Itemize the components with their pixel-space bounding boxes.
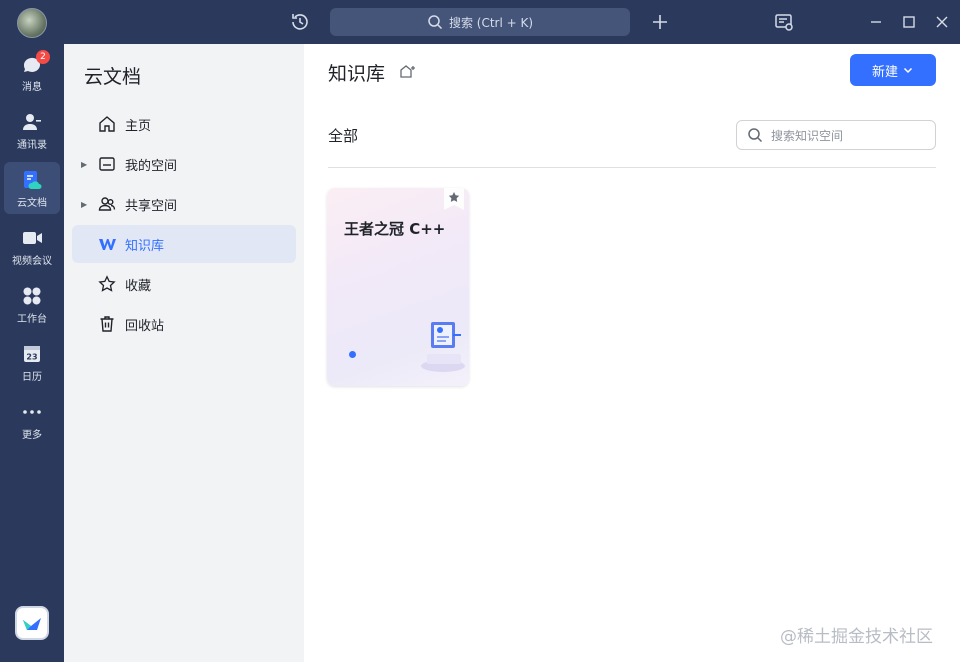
- wiki-space-card[interactable]: 王者之冠 C++: [327, 188, 469, 386]
- rail-label: 消息: [22, 82, 42, 93]
- sidebar-item-label: 回收站: [125, 318, 165, 334]
- shared-users-icon: [98, 195, 116, 213]
- divider: [328, 167, 936, 168]
- star-icon: [98, 275, 116, 293]
- calendar-day: 23: [26, 353, 37, 362]
- wiki-settings-icon[interactable]: [399, 62, 417, 80]
- more-icon: [23, 410, 41, 414]
- main-content: 知识库 新建 全部 搜索知识空间 王者之冠 C++: [304, 44, 960, 662]
- wiki-icon: [98, 235, 116, 253]
- global-search[interactable]: 搜索 (Ctrl + K): [330, 8, 630, 36]
- card-dot: [349, 351, 356, 358]
- sidebar-item-label: 我的空间: [125, 158, 178, 174]
- home-icon: [98, 115, 116, 133]
- app-rail: 2 消息 通讯录 云文档 视频会议 工作台 23 日历 更多: [0, 44, 64, 662]
- maximize-icon[interactable]: [899, 12, 919, 32]
- chevron-down-icon: [903, 67, 913, 74]
- sidebar-item-home[interactable]: 主页: [72, 105, 296, 143]
- rail-item-cloud-docs[interactable]: 云文档: [4, 162, 60, 214]
- sidebar-item-wiki[interactable]: 知识库: [72, 225, 296, 263]
- unread-badge: 2: [36, 50, 50, 64]
- history-icon[interactable]: [289, 11, 311, 33]
- app-logo-icon[interactable]: [15, 606, 49, 640]
- sidebar-item-trash[interactable]: 回收站: [72, 305, 296, 343]
- rail-item-messages[interactable]: 2 消息: [4, 46, 60, 98]
- sidebar-item-label: 共享空间: [125, 198, 178, 214]
- contacts-icon: [23, 114, 41, 130]
- search-icon: [748, 128, 763, 143]
- rail-label: 工作台: [17, 314, 47, 325]
- rail-label: 视频会议: [12, 256, 52, 267]
- watermark: @稀土掘金技术社区: [780, 627, 933, 647]
- add-icon[interactable]: [649, 11, 671, 33]
- sidebar-item-label: 知识库: [125, 238, 165, 254]
- rail-item-video-meeting[interactable]: 视频会议: [4, 220, 60, 272]
- user-avatar[interactable]: [17, 8, 47, 38]
- minimize-icon[interactable]: [866, 12, 886, 32]
- sidebar-title: 云文档: [84, 66, 142, 88]
- search-icon: [428, 15, 442, 30]
- page-title: 知识库: [328, 63, 386, 85]
- sidebar-item-label: 主页: [125, 118, 152, 134]
- notification-settings-icon[interactable]: [773, 11, 795, 33]
- rail-item-more[interactable]: 更多: [4, 394, 60, 446]
- calendar-icon: 23: [24, 346, 40, 362]
- rail-label: 云文档: [17, 198, 47, 209]
- rail-item-calendar[interactable]: 23 日历: [4, 336, 60, 388]
- rail-item-contacts[interactable]: 通讯录: [4, 104, 60, 156]
- folder-icon: [98, 155, 116, 173]
- pin-star-icon[interactable]: [444, 188, 464, 210]
- expand-arrow-icon[interactable]: ▶: [81, 200, 95, 209]
- filter-all[interactable]: 全部: [328, 125, 358, 146]
- global-search-placeholder: 搜索 (Ctrl + K): [448, 15, 534, 30]
- sidebar-item-shared-space[interactable]: ▶ 共享空间: [72, 185, 296, 223]
- video-meeting-icon: [23, 232, 42, 244]
- trash-icon: [98, 315, 116, 333]
- rail-label: 日历: [22, 372, 42, 383]
- wiki-search-input[interactable]: 搜索知识空间: [736, 120, 936, 150]
- sidebar-item-label: 收藏: [125, 278, 152, 294]
- wiki-search-placeholder: 搜索知识空间: [771, 128, 844, 143]
- title-bar: 搜索 (Ctrl + K): [0, 0, 960, 44]
- rail-label: 更多: [22, 430, 42, 441]
- wiki-illustration-icon: [419, 314, 467, 378]
- cloud-doc-icon: [24, 171, 42, 189]
- new-button[interactable]: 新建: [850, 54, 936, 86]
- docs-sidebar: 云文档 主页 ▶ 我的空间 ▶ 共享空间 知识库 收藏 回收站: [64, 44, 304, 662]
- workspace-icon: [23, 287, 41, 305]
- expand-arrow-icon[interactable]: ▶: [81, 160, 95, 169]
- new-button-label: 新建: [871, 64, 898, 80]
- wiki-space-title: 王者之冠 C++: [344, 220, 446, 238]
- sidebar-item-favorites[interactable]: 收藏: [72, 265, 296, 303]
- sidebar-item-my-space[interactable]: ▶ 我的空间: [72, 145, 296, 183]
- rail-item-workspace[interactable]: 工作台: [4, 278, 60, 330]
- rail-label: 通讯录: [17, 140, 47, 151]
- close-icon[interactable]: [932, 12, 952, 32]
